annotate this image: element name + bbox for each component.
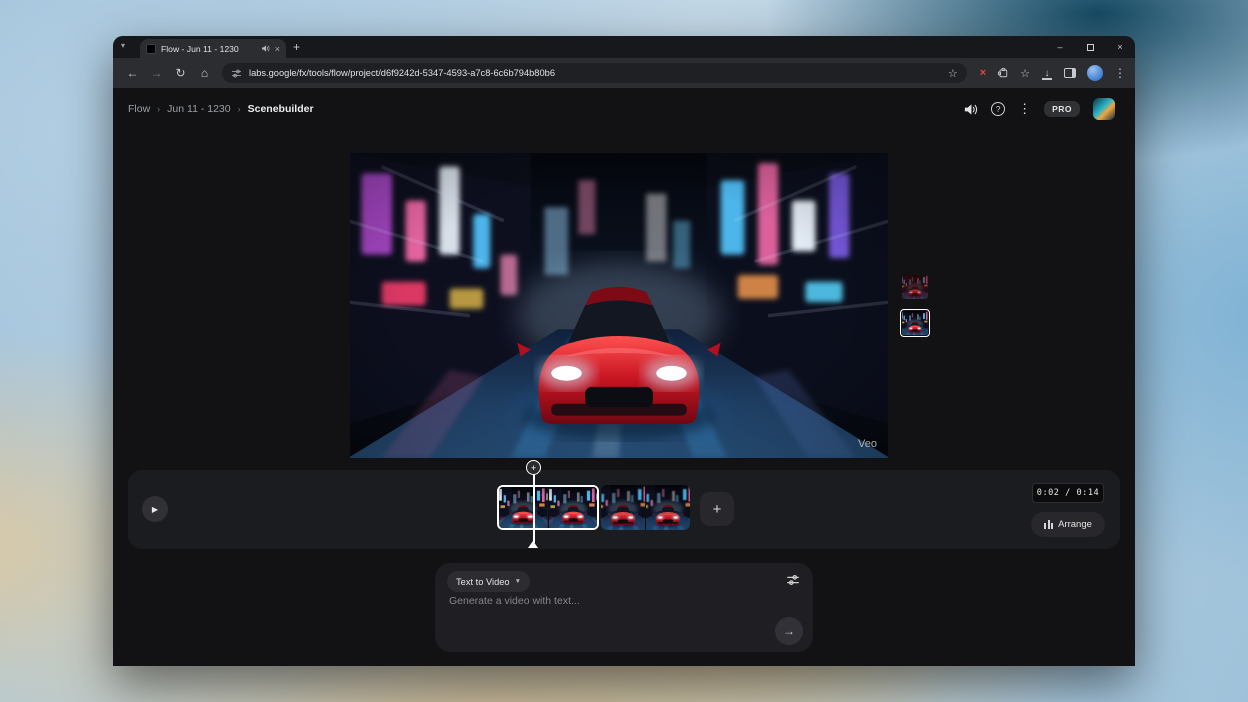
help-icon[interactable]: ? <box>991 102 1005 116</box>
settings-tune-icon[interactable] <box>786 573 800 587</box>
breadcrumb-separator: › <box>238 104 241 114</box>
breadcrumb-scenebuilder: Scenebuilder <box>248 103 314 115</box>
browser-profile-avatar[interactable] <box>1087 65 1103 81</box>
browser-window: ▾ Flow - Jun 11 - 1230 × + – × ← → ↻ ⌂ l… <box>113 36 1135 666</box>
scene-thumbnail-1-image <box>902 275 928 299</box>
extensions-puzzle-icon[interactable] <box>997 67 1009 79</box>
volume-icon[interactable] <box>963 102 978 117</box>
forward-button[interactable]: → <box>146 66 167 80</box>
maximize-button[interactable] <box>1075 36 1105 58</box>
clip-frame <box>499 487 549 528</box>
window-controls: – × <box>1045 36 1135 58</box>
submit-button[interactable]: → <box>775 617 803 645</box>
chevron-down-icon: ▼ <box>515 578 521 585</box>
tab-title: Flow - Jun 11 - 1230 <box>161 44 256 54</box>
mode-label: Text to Video <box>456 577 510 587</box>
toolbar-extension-icons: × ☆ ↓ ⋮ <box>980 65 1126 81</box>
tab-audio-icon[interactable] <box>261 44 270 53</box>
app-header-actions: ? ⋮ PRO <box>963 98 1115 120</box>
browser-tab[interactable]: Flow - Jun 11 - 1230 × <box>140 39 286 58</box>
timeline-clip-2[interactable] <box>601 485 690 530</box>
maximize-icon <box>1087 44 1094 51</box>
red-extension-icon[interactable]: × <box>980 67 986 79</box>
add-clip-button[interactable]: + <box>700 492 734 526</box>
downloads-icon[interactable]: ↓ <box>1041 68 1053 79</box>
video-frame <box>350 153 888 458</box>
desktop: ▾ Flow - Jun 11 - 1230 × + – × ← → ↻ ⌂ l… <box>0 0 1248 702</box>
arrange-button[interactable]: Arrange <box>1031 512 1105 537</box>
timeline-panel: ▶ + 0:02 / 0:14 Arrange <box>128 470 1120 549</box>
breadcrumb: Flow › Jun 11 - 1230 › Scenebuilder <box>128 103 314 115</box>
arrange-label: Arrange <box>1058 519 1092 530</box>
tab-strip: ▾ Flow - Jun 11 - 1230 × + – × <box>113 36 1135 58</box>
tab-favicon <box>146 44 156 54</box>
minimize-button[interactable]: – <box>1045 36 1075 58</box>
breadcrumb-project-link[interactable]: Jun 11 - 1230 <box>167 103 230 115</box>
timeline-clip-1-selected[interactable] <box>497 485 599 530</box>
video-preview[interactable]: Veo <box>350 153 888 458</box>
pro-badge: PRO <box>1044 101 1080 117</box>
mode-dropdown[interactable]: Text to Video ▼ <box>447 571 530 592</box>
bookmarks-list-icon[interactable]: ☆ <box>1020 67 1030 80</box>
app-menu-icon[interactable]: ⋮ <box>1018 101 1031 117</box>
address-bar[interactable]: labs.google/fx/tools/flow/project/d6f924… <box>222 63 967 83</box>
arrange-icon <box>1044 520 1053 529</box>
url-text: labs.google/fx/tools/flow/project/d6f924… <box>249 68 941 78</box>
playhead-add-button[interactable]: + <box>526 460 541 475</box>
breadcrumb-flow-link[interactable]: Flow <box>128 103 150 115</box>
veo-watermark: Veo <box>858 438 877 450</box>
tab-search-chevron-icon[interactable]: ▾ <box>121 41 125 50</box>
back-button[interactable]: ← <box>122 66 143 80</box>
side-panel-icon[interactable] <box>1064 68 1076 78</box>
prompt-input[interactable] <box>449 595 739 641</box>
play-button[interactable]: ▶ <box>142 496 168 522</box>
clip-frame <box>549 487 598 528</box>
browser-toolbar: ← → ↻ ⌂ labs.google/fx/tools/flow/projec… <box>113 58 1135 88</box>
scene-thumbnail-1[interactable] <box>902 275 928 299</box>
new-tab-button[interactable]: + <box>293 40 300 54</box>
home-button[interactable]: ⌂ <box>194 66 215 80</box>
bookmark-star-icon[interactable]: ☆ <box>948 67 958 80</box>
tab-close-button[interactable]: × <box>275 44 280 54</box>
site-info-icon[interactable] <box>231 68 242 79</box>
browser-menu-button[interactable]: ⋮ <box>1114 66 1126 80</box>
account-avatar[interactable] <box>1093 98 1115 120</box>
playhead-line[interactable] <box>533 474 535 543</box>
clip-frame <box>601 485 646 530</box>
prompt-panel: Text to Video ▼ → <box>435 563 813 652</box>
playhead-marker <box>528 541 538 548</box>
clip-frame <box>646 485 690 530</box>
scene-thumbnail-2-image <box>902 311 928 335</box>
time-display: 0:02 / 0:14 <box>1032 483 1104 503</box>
scene-thumbnail-2-selected[interactable] <box>902 311 928 335</box>
close-button[interactable]: × <box>1105 36 1135 58</box>
reload-button[interactable]: ↻ <box>170 66 191 80</box>
breadcrumb-separator: › <box>157 104 160 114</box>
